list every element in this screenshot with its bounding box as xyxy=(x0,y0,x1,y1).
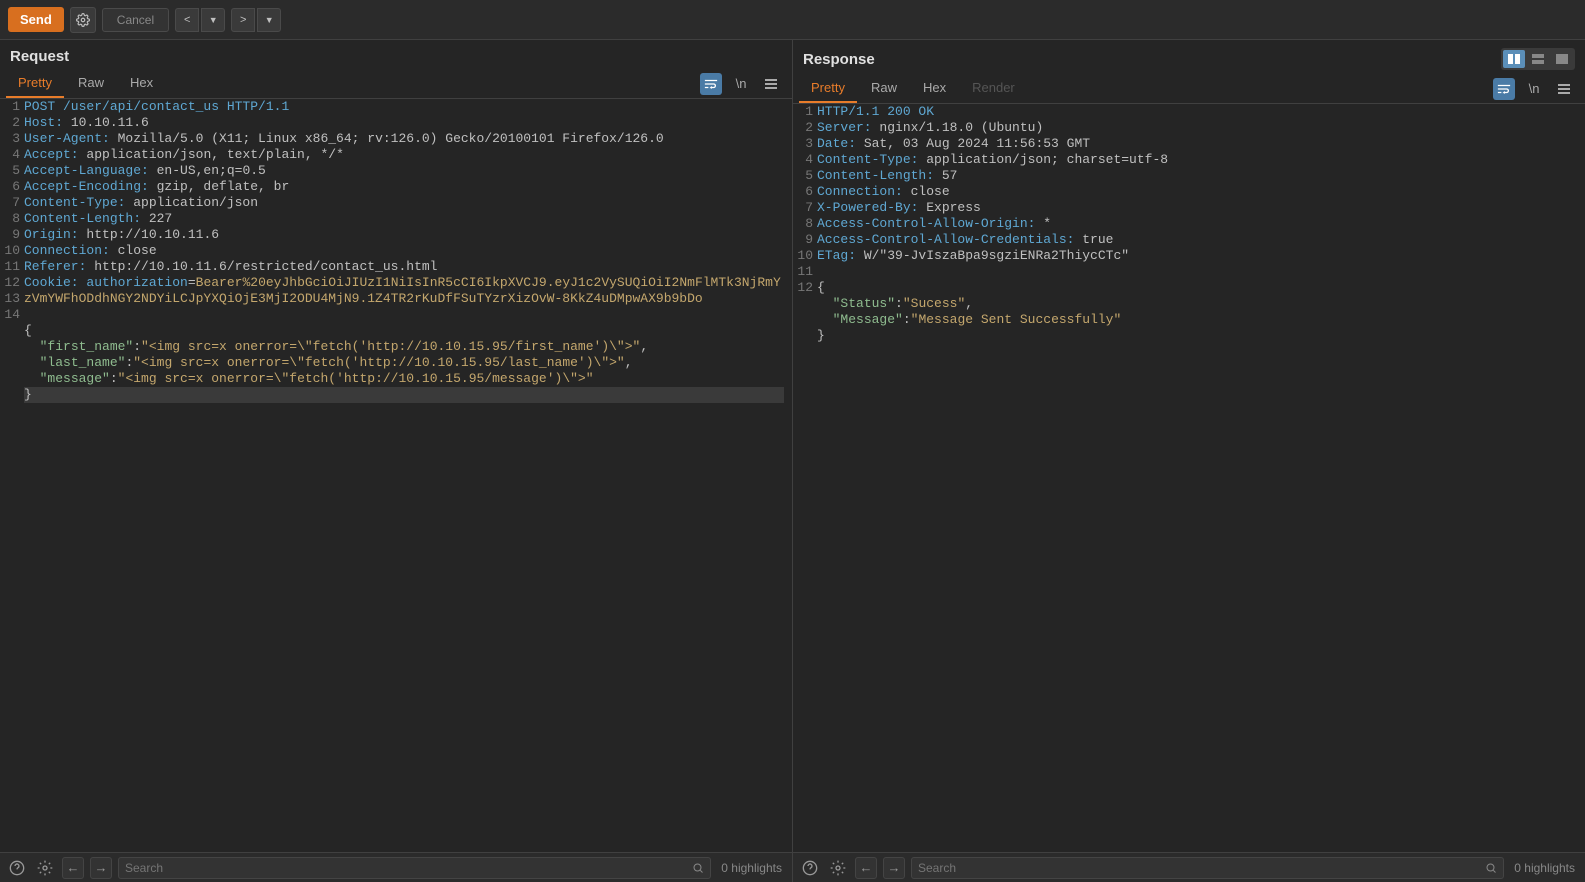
escape-icon[interactable]: \n xyxy=(730,73,752,95)
request-panel: Request Pretty Raw Hex \n 12345678910111… xyxy=(0,40,793,882)
wrap-icon[interactable] xyxy=(1493,78,1515,100)
next-button[interactable]: > xyxy=(231,8,255,32)
search-icon xyxy=(692,862,704,874)
tab-pretty[interactable]: Pretty xyxy=(6,69,64,98)
settings-icon[interactable] xyxy=(34,857,56,879)
request-tab-row: Pretty Raw Hex \n xyxy=(0,69,792,99)
next-dropdown[interactable]: ▼ xyxy=(257,8,281,32)
nav-forward-icon[interactable]: → xyxy=(883,857,905,879)
highlights-count: 0 highlights xyxy=(717,861,786,875)
settings-icon[interactable] xyxy=(827,857,849,879)
request-title: Request xyxy=(10,48,69,65)
tab-raw[interactable]: Raw xyxy=(66,69,116,98)
escape-icon[interactable]: \n xyxy=(1523,78,1545,100)
response-editor[interactable]: 123456789101112 HTTP/1.1 200 OKServer: n… xyxy=(793,104,1585,852)
tab-render[interactable]: Render xyxy=(960,74,1027,103)
gear-icon[interactable] xyxy=(70,7,96,33)
next-group: > ▼ xyxy=(231,8,281,32)
layout-single-icon[interactable] xyxy=(1551,50,1573,68)
tab-pretty[interactable]: Pretty xyxy=(799,74,857,103)
prev-group: < ▼ xyxy=(175,8,225,32)
request-editor[interactable]: 1234567891011121314 POST /user/api/conta… xyxy=(0,99,792,852)
nav-back-icon[interactable]: ← xyxy=(62,857,84,879)
search-icon xyxy=(1485,862,1497,874)
main-area: Request Pretty Raw Hex \n 12345678910111… xyxy=(0,40,1585,882)
layout-columns-icon[interactable] xyxy=(1503,50,1525,68)
prev-button[interactable]: < xyxy=(175,8,199,32)
top-toolbar: Send Cancel < ▼ > ▼ xyxy=(0,0,1585,40)
help-icon[interactable] xyxy=(6,857,28,879)
tab-raw[interactable]: Raw xyxy=(859,74,909,103)
help-icon[interactable] xyxy=(799,857,821,879)
highlights-count: 0 highlights xyxy=(1510,861,1579,875)
hamburger-icon[interactable] xyxy=(760,73,782,95)
prev-dropdown[interactable]: ▼ xyxy=(201,8,225,32)
response-panel: Response Pretty Raw Hex Render xyxy=(793,40,1585,882)
search-input[interactable] xyxy=(918,861,1485,875)
wrap-icon[interactable] xyxy=(700,73,722,95)
response-title: Response xyxy=(803,51,875,68)
layout-rows-icon[interactable] xyxy=(1527,50,1549,68)
request-footer: ← → 0 highlights xyxy=(0,852,792,882)
tab-hex[interactable]: Hex xyxy=(911,74,958,103)
search-box[interactable] xyxy=(911,857,1504,879)
response-tab-row: Pretty Raw Hex Render \n xyxy=(793,74,1585,104)
cancel-button[interactable]: Cancel xyxy=(102,8,169,32)
tab-hex[interactable]: Hex xyxy=(118,69,165,98)
send-button[interactable]: Send xyxy=(8,7,64,32)
nav-forward-icon[interactable]: → xyxy=(90,857,112,879)
layout-toggles xyxy=(1501,48,1575,70)
hamburger-icon[interactable] xyxy=(1553,78,1575,100)
search-input[interactable] xyxy=(125,861,692,875)
response-footer: ← → 0 highlights xyxy=(793,852,1585,882)
nav-back-icon[interactable]: ← xyxy=(855,857,877,879)
search-box[interactable] xyxy=(118,857,711,879)
